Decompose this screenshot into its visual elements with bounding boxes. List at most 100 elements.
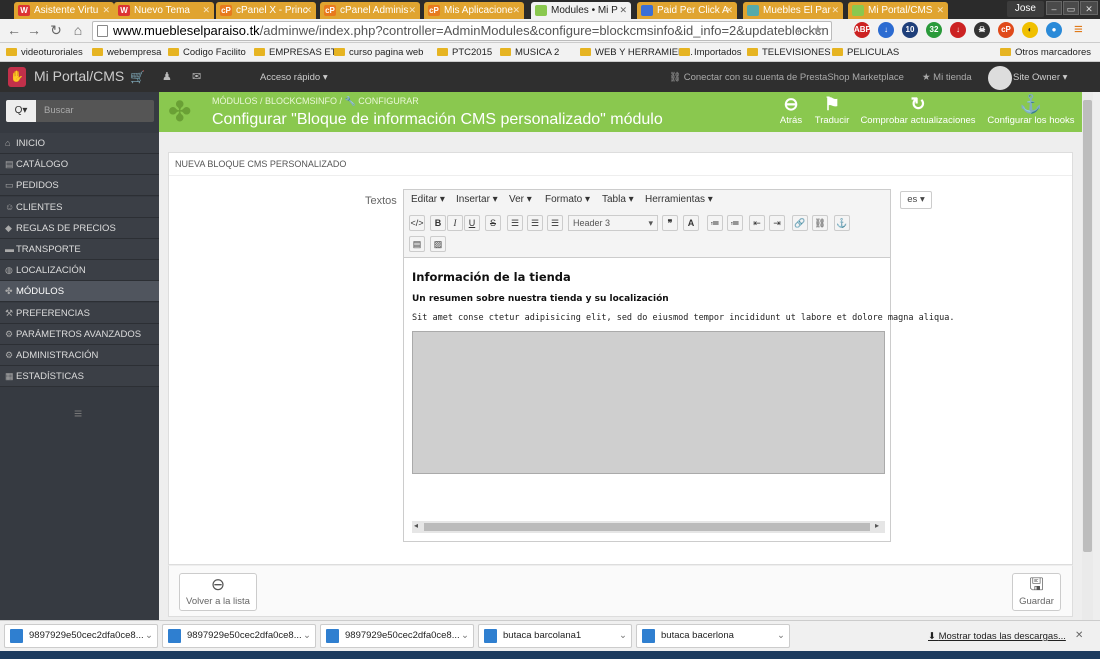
- browser-tab[interactable]: Muebles El Par ✕: [743, 2, 843, 19]
- check-updates-button[interactable]: ↻ Comprobar actualizaciones: [859, 93, 977, 126]
- blockquote-icon[interactable]: ❞: [662, 215, 678, 231]
- download-item[interactable]: 9897929e50cec2dfa0ce8... ⌄: [320, 624, 474, 648]
- bookmark-star-icon[interactable]: ★: [812, 22, 824, 38]
- sidebar-item[interactable]: ◆ REGLAS DE PRECIOS: [0, 217, 159, 239]
- user-icon[interactable]: ♟: [162, 70, 172, 83]
- numbered-list-icon[interactable]: ≔: [727, 215, 743, 231]
- translate-button[interactable]: ⚑ Traducir: [812, 93, 852, 126]
- browser-tab[interactable]: Paid Per Click A ✕: [637, 2, 737, 19]
- underline-icon[interactable]: U: [464, 215, 480, 231]
- extension-pacman-icon[interactable]: ◐: [1022, 22, 1038, 38]
- strikethrough-icon[interactable]: S: [485, 215, 501, 231]
- extension-skull-icon[interactable]: ☠: [974, 22, 990, 38]
- tab-close-icon[interactable]: ✕: [408, 2, 416, 19]
- envelope-icon[interactable]: ✉: [192, 70, 201, 83]
- quick-access-dropdown[interactable]: Acceso rápido ▾: [260, 72, 328, 83]
- align-center-icon[interactable]: ☰: [527, 215, 543, 231]
- extension-cp-icon[interactable]: cP: [998, 22, 1014, 38]
- other-bookmarks[interactable]: Otros marcadores: [1000, 46, 1091, 59]
- show-all-downloads-link[interactable]: ⬇ Mostrar todas las descargas...: [928, 631, 1066, 642]
- maximize-icon[interactable]: ▭: [1063, 1, 1079, 15]
- search-input[interactable]: Q▾ Buscar: [6, 100, 154, 122]
- align-left-icon[interactable]: ☰: [507, 215, 523, 231]
- bookmark-item[interactable]: videoturoriales: [6, 46, 83, 59]
- tab-close-icon[interactable]: ✕: [936, 2, 944, 19]
- chevron-down-icon[interactable]: ⌄: [145, 625, 153, 647]
- my-store-link[interactable]: ★ Mi tienda: [922, 72, 972, 83]
- sidebar-item[interactable]: ⌂ INICIO: [0, 133, 159, 154]
- browser-tab[interactable]: cP Mis Aplicacione ✕: [424, 2, 524, 19]
- page-scrollbar[interactable]: [1082, 92, 1093, 620]
- prestashop-logo-icon[interactable]: ✋: [8, 67, 26, 87]
- site-title[interactable]: Mi Portal/CMS: [34, 68, 124, 84]
- url-input[interactable]: www.muebleselparaiso.tk/adminwe/index.ph…: [92, 21, 832, 41]
- sidebar-collapse-icon[interactable]: ≡: [74, 405, 82, 421]
- location-icon[interactable]: ♀: [794, 23, 803, 37]
- content-heading[interactable]: Información de la tienda: [412, 270, 571, 284]
- close-window-icon[interactable]: ✕: [1080, 1, 1098, 15]
- outdent-icon[interactable]: ⇤: [749, 215, 765, 231]
- sidebar-item[interactable]: ☺ CLIENTES: [0, 196, 159, 218]
- image-icon[interactable]: ▨: [430, 236, 446, 252]
- breadcrumb-modules[interactable]: MÓDULOS: [212, 96, 258, 106]
- format-select[interactable]: Header 3 ▾: [568, 215, 658, 231]
- text-color-icon[interactable]: A: [683, 215, 699, 231]
- sidebar-item[interactable]: ✤ MÓDULOS: [0, 281, 159, 303]
- editor-menu-item[interactable]: Tabla ▾: [602, 194, 634, 205]
- tab-close-icon[interactable]: ✕: [512, 2, 520, 19]
- editor-menu-item[interactable]: Ver ▾: [509, 194, 532, 205]
- anchor-icon[interactable]: ⚓: [834, 215, 850, 231]
- bookmark-item[interactable]: Importados: [679, 46, 742, 59]
- indent-icon[interactable]: ⇥: [769, 215, 785, 231]
- back-button[interactable]: ⊖ Atrás: [777, 93, 805, 126]
- bookmark-item[interactable]: curso pagina web: [334, 46, 423, 59]
- bookmark-item[interactable]: Codigo Facilito: [168, 46, 246, 59]
- bookmark-item[interactable]: PELICULAS: [832, 46, 899, 59]
- forward-arrow-icon[interactable]: →: [26, 22, 42, 38]
- sidebar-item[interactable]: ⚙ PARÁMETROS AVANZADOS: [0, 323, 159, 345]
- chevron-down-icon[interactable]: ⌄: [619, 625, 627, 647]
- editor-menu-item[interactable]: Insertar ▾: [456, 194, 498, 205]
- cart-icon[interactable]: 🛒: [130, 70, 145, 84]
- breadcrumb-module[interactable]: BLOCKCMSINFO: [265, 96, 337, 106]
- avatar[interactable]: [988, 66, 1012, 90]
- chevron-down-icon[interactable]: ⌄: [461, 625, 469, 647]
- download-item[interactable]: butaca bacerlona ⌄: [636, 624, 790, 648]
- bookmark-item[interactable]: webempresa: [92, 46, 161, 59]
- bookmark-item[interactable]: MUSICA 2: [500, 46, 559, 59]
- minimize-icon[interactable]: –: [1046, 1, 1062, 15]
- page-scroll-thumb[interactable]: [1083, 100, 1092, 552]
- sidebar-item[interactable]: ▭ PEDIDOS: [0, 175, 159, 197]
- browser-tab[interactable]: W Nuevo Tema ✕: [114, 2, 214, 19]
- tab-close-icon[interactable]: ✕: [304, 2, 312, 19]
- content-paragraph[interactable]: Sit amet conse ctetur adipisicing elit, …: [412, 313, 954, 323]
- unlink-icon[interactable]: ⛓: [812, 215, 828, 231]
- extension-circle-icon[interactable]: ●: [1046, 22, 1062, 38]
- horizontal-scrollbar[interactable]: ◂ ▸: [412, 521, 885, 533]
- media-icon[interactable]: ▤: [409, 236, 425, 252]
- tab-close-icon[interactable]: ✕: [202, 2, 210, 19]
- browser-tab[interactable]: Mi Portal/CMS ✕: [848, 2, 948, 19]
- chrome-menu-icon[interactable]: ≡: [1074, 21, 1083, 38]
- sidebar-item[interactable]: ◍ LOCALIZACIÓN: [0, 260, 159, 282]
- adblock-icon[interactable]: ABP: [854, 22, 871, 38]
- extension-10-icon[interactable]: 10: [902, 22, 918, 38]
- sidebar-item[interactable]: ⚒ PREFERENCIAS: [0, 302, 159, 324]
- editor-menu-item[interactable]: Editar ▾: [411, 194, 445, 205]
- extension-down-icon[interactable]: ↓: [950, 22, 966, 38]
- download-item[interactable]: butaca barcolana1 ⌄: [478, 624, 632, 648]
- reload-icon[interactable]: ↻: [48, 22, 64, 39]
- hooks-button[interactable]: ⚓ Configurar los hooks: [985, 93, 1077, 126]
- tab-close-icon[interactable]: ✕: [831, 2, 839, 19]
- chevron-down-icon[interactable]: ⌄: [777, 625, 785, 647]
- bullet-list-icon[interactable]: ≔: [707, 215, 723, 231]
- bold-icon[interactable]: B: [430, 215, 446, 231]
- extension-32-icon[interactable]: 32: [926, 22, 942, 38]
- bookmark-item[interactable]: EMPRESAS ETT: [254, 46, 342, 59]
- download-arrow-icon[interactable]: ↓: [878, 22, 894, 38]
- link-icon[interactable]: 🔗: [792, 215, 808, 231]
- tab-close-icon[interactable]: ✕: [725, 2, 733, 19]
- download-item[interactable]: 9897929e50cec2dfa0ce8... ⌄: [162, 624, 316, 648]
- bookmark-item[interactable]: WEB Y HERRAMIEN...: [580, 46, 693, 59]
- sidebar-item[interactable]: ▬ TRANSPORTE: [0, 239, 159, 260]
